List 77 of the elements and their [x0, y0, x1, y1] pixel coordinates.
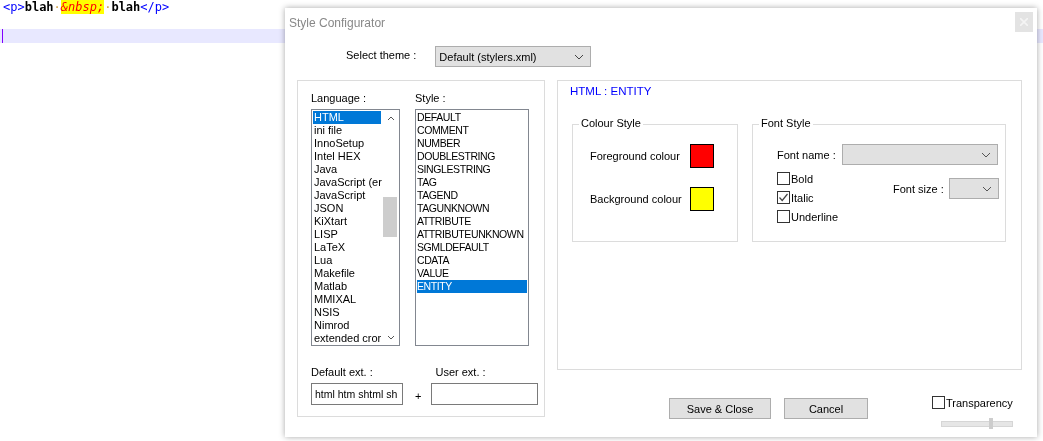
language-item[interactable]: Lua [313, 254, 381, 267]
style-item[interactable]: ENTITY [417, 280, 527, 293]
language-label: Language : [311, 91, 368, 105]
style-item[interactable]: TAGUNKNOWN [417, 202, 527, 215]
default-ext-label: Default ext. : [311, 365, 374, 379]
language-item[interactable]: extended cror [313, 332, 381, 345]
language-item[interactable]: MMIXAL [313, 293, 381, 306]
language-item[interactable]: LaTeX [313, 241, 381, 254]
foreground-colour-swatch[interactable] [690, 144, 714, 168]
style-item[interactable]: VALUE [417, 267, 527, 280]
background-colour-label: Background colour [590, 193, 682, 205]
slider-thumb[interactable] [988, 418, 993, 429]
window-title: Style Configurator [289, 15, 386, 30]
language-item[interactable]: KiXtart [313, 215, 381, 228]
language-item[interactable]: Nimrod [313, 319, 381, 332]
style-item[interactable]: TAG [417, 176, 527, 189]
style-item[interactable]: DOUBLESTRING [417, 150, 527, 163]
language-item[interactable]: ini file [313, 124, 381, 137]
checkmark-icon [778, 192, 789, 203]
style-item[interactable]: NUMBER [417, 137, 527, 150]
language-item[interactable]: HTML [313, 111, 381, 124]
plus-sign: + [415, 390, 422, 402]
transparency-slider[interactable] [940, 421, 1013, 427]
checkbox-label: Transparency [946, 396, 1013, 409]
user-ext-field[interactable] [431, 383, 539, 405]
code-text: blah [24, 0, 54, 14]
language-item[interactable]: InnoSetup [313, 137, 381, 150]
language-item[interactable]: LISP [313, 228, 381, 241]
theme-label: Select theme : [346, 47, 417, 62]
chevron-down-icon [980, 151, 991, 158]
style-item[interactable]: SGMLDEFAULT [417, 241, 527, 254]
font-size-label: Font size : [893, 182, 944, 195]
text-caret [2, 29, 3, 43]
language-item[interactable]: Intel HEX [313, 150, 381, 163]
code-tag: </p> [140, 0, 170, 14]
language-item[interactable]: JSON [313, 202, 381, 215]
save-button[interactable]: Save & Close [669, 398, 771, 419]
group-title: Font Style [759, 117, 813, 129]
checkbox[interactable] [777, 191, 790, 204]
language-item[interactable]: JavaScript (er [313, 176, 381, 189]
default-ext-field[interactable]: html htm shtml sh [311, 383, 403, 405]
font-name-label: Font name : [777, 148, 836, 161]
whitespace-marker: · [104, 0, 112, 14]
style-item[interactable]: CDATA [417, 254, 527, 267]
whitespace-marker: · [53, 0, 61, 14]
style-heading: HTML : ENTITY [570, 85, 652, 97]
style-item[interactable]: SINGLESTRING [417, 163, 527, 176]
checkbox[interactable] [777, 210, 790, 223]
style-item[interactable]: COMMENT [417, 124, 527, 137]
group-title: Colour Style [579, 117, 643, 129]
style-label: Style : [415, 91, 447, 105]
style-item[interactable]: ATTRIBUTE [417, 215, 527, 228]
language-item[interactable]: Java [313, 163, 381, 176]
background-colour-swatch[interactable] [690, 187, 714, 211]
checkbox-label: Italic [791, 191, 814, 204]
scroll-down-icon [386, 335, 395, 340]
language-item[interactable]: Matlab [313, 280, 381, 293]
foreground-colour-label: Foreground colour [590, 150, 680, 162]
theme-dropdown[interactable]: Default (stylers.xml) [435, 46, 592, 67]
checkbox[interactable] [777, 172, 790, 185]
style-item[interactable]: TAGEND [417, 189, 527, 202]
checkbox[interactable] [932, 396, 945, 409]
checkbox-label: Bold [791, 172, 814, 185]
chevron-down-icon [981, 185, 992, 192]
language-item[interactable]: JavaScript [313, 189, 381, 202]
language-item[interactable]: Makefile [313, 267, 381, 280]
scrollbar-thumb[interactable] [383, 197, 397, 237]
style-item[interactable]: ATTRIBUTEUNKNOWN [417, 228, 527, 241]
user-ext-label: User ext. : [435, 365, 487, 379]
language-item[interactable]: NSIS [313, 306, 381, 319]
checkbox-label: Underline [791, 210, 839, 223]
chevron-down-icon [574, 53, 585, 60]
scroll-up-icon [386, 116, 395, 121]
style-item[interactable]: DEFAULT [417, 111, 527, 124]
code-tag: <p> [3, 0, 25, 14]
cancel-button[interactable]: Cancel [784, 398, 868, 419]
code-text: blah [111, 0, 141, 14]
